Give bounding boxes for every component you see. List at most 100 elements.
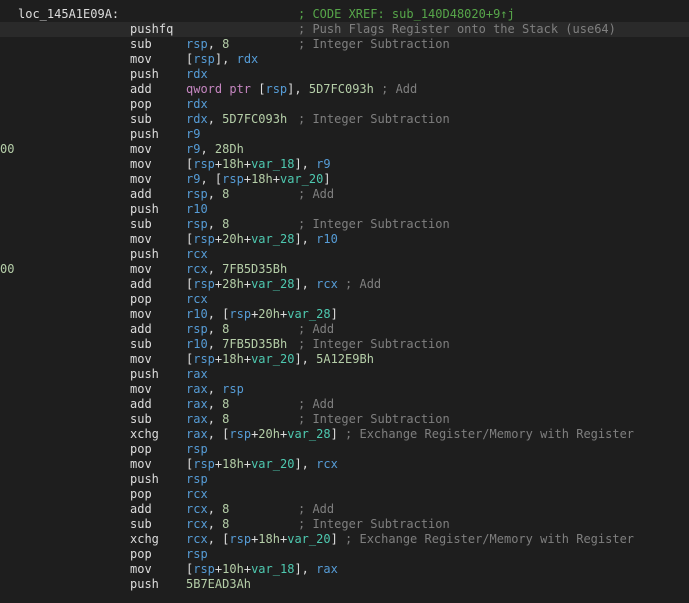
mnemonic[interactable]: push [130, 472, 159, 487]
operand-variable[interactable]: var_18 [251, 562, 294, 576]
mnemonic[interactable]: push [130, 367, 159, 382]
mnemonic[interactable]: sub [130, 517, 152, 532]
operand-number[interactable]: 18h [222, 157, 244, 171]
mnemonic[interactable]: pop [130, 442, 152, 457]
operand-variable[interactable]: var_20 [287, 532, 330, 546]
operand-number[interactable]: 18h [258, 532, 280, 546]
operand-register[interactable]: rcx [316, 457, 338, 471]
mnemonic[interactable]: add [130, 82, 152, 97]
mnemonic[interactable]: pop [130, 547, 152, 562]
operand-register[interactable]: r9 [316, 157, 330, 171]
operand-register[interactable]: rdx [186, 97, 208, 111]
instruction-line[interactable]: mov rax, rsp [0, 382, 689, 397]
instruction-line[interactable]: sub rsp, 8 ; Integer Subtraction [0, 217, 689, 232]
operand-register[interactable]: rcx [186, 517, 208, 531]
operand-register[interactable]: r10 [316, 232, 338, 246]
operand-register[interactable]: rsp [193, 352, 215, 366]
mnemonic[interactable]: mov [130, 172, 152, 187]
operand-number[interactable]: 8 [222, 322, 229, 336]
instruction-line[interactable]: xchg rax, [rsp+20h+var_28] ; Exchange Reg… [0, 427, 689, 442]
operand-register[interactable]: rsp [186, 187, 208, 201]
mnemonic[interactable]: mov [130, 307, 152, 322]
instruction-line[interactable]: xchg rcx, [rsp+18h+var_20] ; Exchange Reg… [0, 532, 689, 547]
operand-number[interactable]: 5B7EAD3Ah [186, 577, 251, 591]
mnemonic[interactable]: add [130, 502, 152, 517]
operand-number[interactable]: 28h [222, 277, 244, 291]
mnemonic[interactable]: mov [130, 142, 152, 157]
instruction-line[interactable]: push rcx [0, 247, 689, 262]
instruction-line[interactable]: pop rsp [0, 547, 689, 562]
operand-variable[interactable]: var_18 [251, 157, 294, 171]
disassembly-listing[interactable]: loc_145A1E09A: ; CODE XREF: sub_140D4802… [0, 0, 689, 603]
mnemonic[interactable]: sub [130, 37, 152, 52]
operand-number[interactable]: 8 [222, 517, 229, 531]
operand-number[interactable]: 8 [222, 37, 229, 51]
operand-register[interactable]: rsp [222, 382, 244, 396]
mnemonic[interactable]: mov [130, 457, 152, 472]
mnemonic[interactable]: push [130, 67, 159, 82]
operand-register[interactable]: rsp [186, 217, 208, 231]
instruction-line[interactable]: mov [rsp+18h+var_18], r9 [0, 157, 689, 172]
mnemonic[interactable]: mov [130, 52, 152, 67]
mnemonic[interactable]: mov [130, 562, 152, 577]
operand-number[interactable]: 8 [222, 412, 229, 426]
instruction-line[interactable]: add rcx, 8 ; Add [0, 502, 689, 517]
operand-number[interactable]: 10h [222, 562, 244, 576]
instruction-line[interactable]: pop rcx [0, 292, 689, 307]
mnemonic[interactable]: add [130, 187, 152, 202]
operand-register[interactable]: r9 [186, 142, 200, 156]
operand-register[interactable]: r10 [186, 337, 208, 351]
instruction-line[interactable]: add qword ptr [rsp], 5D7FC093h ; Add [0, 82, 689, 97]
operand-register[interactable]: rsp [229, 532, 251, 546]
mnemonic[interactable]: mov [130, 382, 152, 397]
operand-number[interactable]: 8 [222, 187, 229, 201]
operand-number[interactable]: 18h [222, 457, 244, 471]
instruction-line[interactable]: mov r10, [rsp+20h+var_28] [0, 307, 689, 322]
operand-register[interactable]: rax [186, 367, 208, 381]
mnemonic[interactable]: pushfq [130, 22, 173, 37]
operand-register[interactable]: rsp [229, 307, 251, 321]
instruction-line[interactable]: pop rsp [0, 442, 689, 457]
operand-number[interactable]: 7FB5D35Bh [222, 337, 287, 351]
operand-register[interactable]: rsp [265, 82, 287, 96]
operand-variable[interactable]: var_28 [287, 307, 330, 321]
operand-register[interactable]: rcx [186, 487, 208, 501]
instruction-line[interactable]: push r9 [0, 127, 689, 142]
operand-register[interactable]: rsp [193, 52, 215, 66]
mnemonic[interactable]: sub [130, 217, 152, 232]
mnemonic[interactable]: pop [130, 292, 152, 307]
operand-register[interactable]: rsp [229, 427, 251, 441]
instruction-line[interactable]: push rsp [0, 472, 689, 487]
instruction-line[interactable]: sub r10, 7FB5D35Bh ; Integer Subtraction [0, 337, 689, 352]
instruction-line[interactable]: push rax [0, 367, 689, 382]
operand-number[interactable]: 18h [222, 352, 244, 366]
mnemonic[interactable]: mov [130, 232, 152, 247]
operand-register[interactable]: rdx [186, 112, 208, 126]
operand-register[interactable]: r10 [186, 202, 208, 216]
operand-number[interactable]: 7FB5D35Bh [222, 262, 287, 276]
operand-register[interactable]: rax [186, 382, 208, 396]
mnemonic[interactable]: mov [130, 157, 152, 172]
instruction-line[interactable]: 00 mov r9, 28Dh [0, 142, 689, 157]
operand-variable[interactable]: var_28 [251, 232, 294, 246]
operand-number[interactable]: 20h [258, 307, 280, 321]
instruction-line[interactable]: mov [rsp+18h+var_20], rcx [0, 457, 689, 472]
operand-register[interactable]: rcx [316, 277, 338, 291]
operand-number[interactable]: 28Dh [215, 142, 244, 156]
mnemonic[interactable]: pop [130, 97, 152, 112]
operand-register[interactable]: rsp [186, 547, 208, 561]
instruction-line[interactable]: push 5B7EAD3Ah [0, 577, 689, 592]
mnemonic[interactable]: sub [130, 412, 152, 427]
instruction-line[interactable]: push r10 [0, 202, 689, 217]
instruction-line[interactable]: pushfq ; Push Flags Register onto the Sta… [0, 22, 689, 37]
instruction-line[interactable]: 00 mov rcx, 7FB5D35Bh [0, 262, 689, 277]
instruction-line[interactable]: pop rdx [0, 97, 689, 112]
operand-number[interactable]: 20h [258, 427, 280, 441]
mnemonic[interactable]: push [130, 577, 159, 592]
operand-variable[interactable]: var_20 [251, 352, 294, 366]
mnemonic[interactable]: sub [130, 112, 152, 127]
operand-number[interactable]: 8 [222, 217, 229, 231]
operand-variable[interactable]: var_28 [287, 427, 330, 441]
instruction-line[interactable]: sub rax, 8 ; Integer Subtraction [0, 412, 689, 427]
instruction-line[interactable]: sub rcx, 8 ; Integer Subtraction [0, 517, 689, 532]
